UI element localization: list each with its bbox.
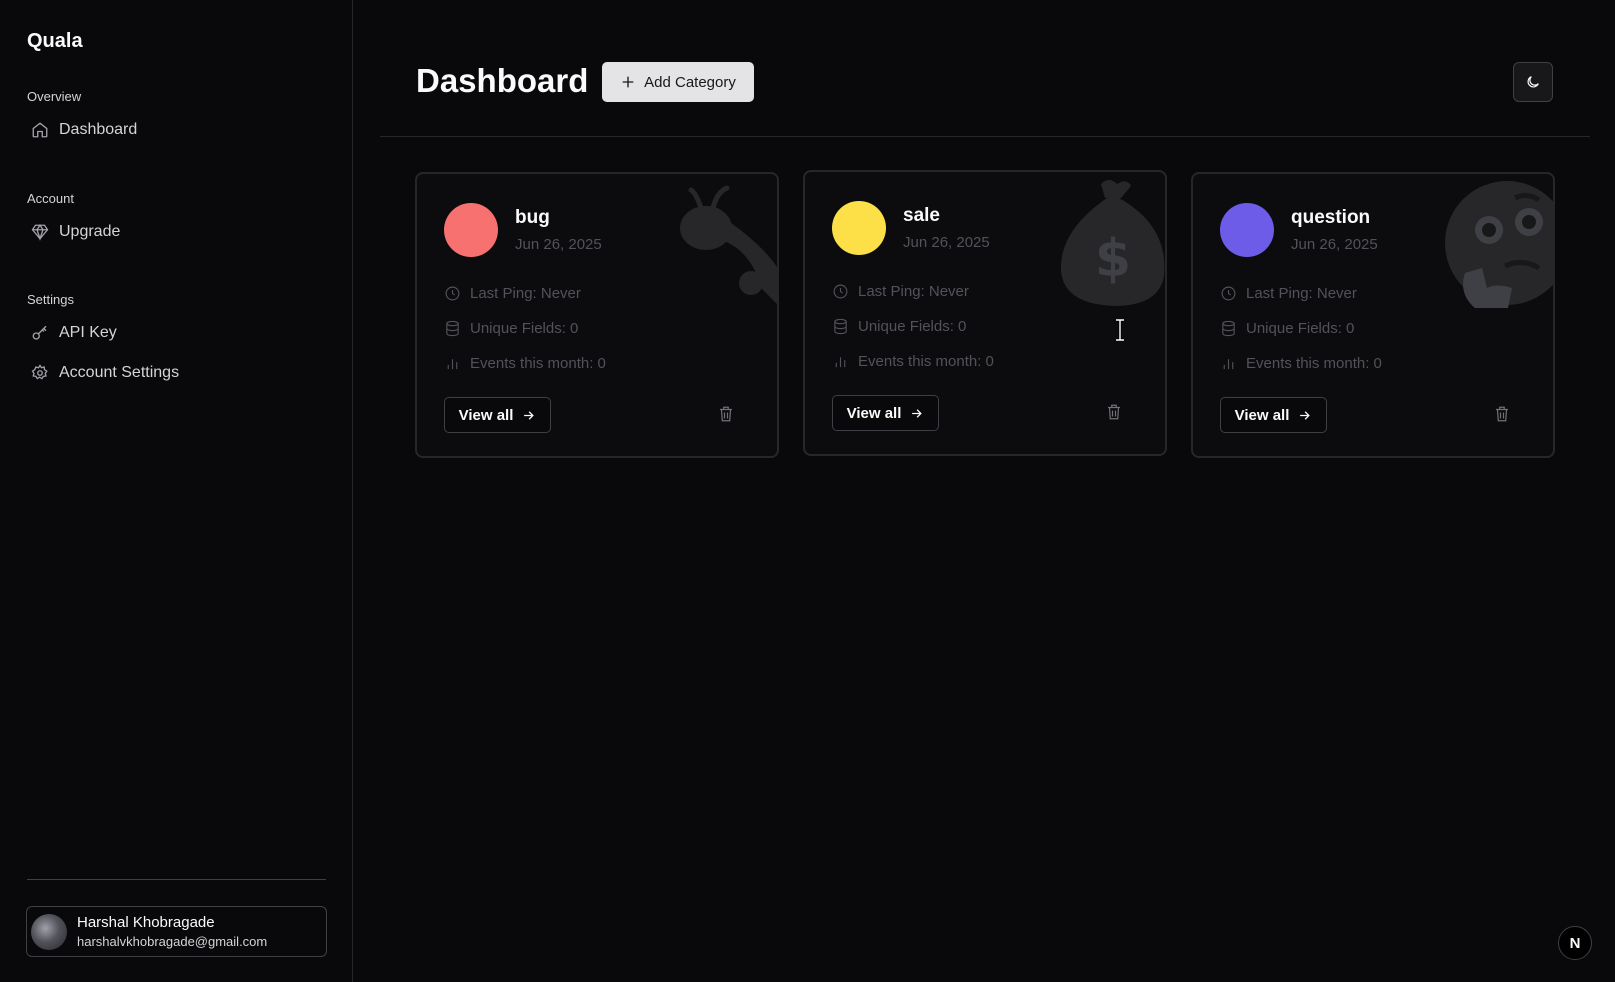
divider — [27, 879, 326, 880]
gear-icon — [31, 364, 48, 380]
last-ping-label: Last Ping: Never — [470, 285, 581, 302]
bug-icon — [680, 185, 777, 304]
arrow-right-icon — [912, 408, 923, 418]
events-label: Events this month: 0 — [470, 355, 606, 372]
clock-icon — [445, 286, 460, 301]
svg-text:$: $ — [1095, 229, 1131, 289]
unique-fields-label: Unique Fields: 0 — [858, 318, 967, 335]
unique-fields-stat: Unique Fields: 0 — [832, 318, 966, 335]
view-all-button[interactable]: View all — [1220, 397, 1327, 433]
sidebar-item-label: API Key — [59, 324, 117, 341]
sidebar-item-upgrade[interactable]: Upgrade — [27, 218, 120, 246]
database-icon — [1222, 320, 1235, 337]
sidebar: Quala Overview Dashboard Account Upgrade… — [0, 0, 353, 982]
category-color-dot — [832, 201, 886, 255]
sidebar-item-dashboard[interactable]: Dashboard — [27, 116, 137, 144]
sidebar-item-api-key[interactable]: API Key — [27, 319, 179, 347]
home-icon — [32, 122, 48, 138]
arrow-right-icon — [1300, 410, 1311, 420]
last-ping-stat: Last Ping: Never — [1220, 285, 1357, 302]
clock-icon — [1221, 286, 1236, 301]
header-divider — [380, 136, 1590, 137]
unique-fields-label: Unique Fields: 0 — [470, 320, 579, 337]
trash-icon — [1496, 406, 1508, 422]
nav-heading: Overview — [27, 89, 82, 104]
delete-button[interactable] — [717, 404, 735, 424]
key-icon — [32, 325, 47, 340]
clock-icon — [833, 284, 848, 299]
nav-heading: Account — [27, 191, 74, 206]
bar-chart-icon — [447, 359, 458, 370]
last-ping-stat: Last Ping: Never — [444, 285, 581, 302]
view-all-label: View all — [1234, 406, 1290, 424]
add-category-button[interactable]: Add Category — [602, 62, 754, 102]
last-ping-stat: Last Ping: Never — [832, 283, 969, 300]
unique-fields-stat: Unique Fields: 0 — [444, 320, 578, 337]
category-name: question — [1291, 207, 1371, 228]
last-ping-label: Last Ping: Never — [858, 283, 969, 300]
gem-icon — [31, 224, 49, 241]
delete-button[interactable] — [1105, 402, 1123, 422]
nextjs-dev-badge[interactable]: N — [1558, 926, 1592, 960]
view-all-label: View all — [846, 404, 902, 422]
events-label: Events this month: 0 — [858, 353, 994, 370]
delete-button[interactable] — [1493, 404, 1511, 424]
view-all-button[interactable]: View all — [832, 395, 939, 431]
add-category-label: Add Category — [644, 73, 736, 91]
user-profile-card[interactable]: Harshal Khobragade harshalvkhobragade@gm… — [26, 906, 327, 957]
sidebar-item-label: Account Settings — [59, 364, 180, 381]
nav-section-settings: Settings API Key Account Settings — [27, 292, 179, 399]
view-all-label: View all — [458, 406, 514, 424]
trash-icon — [720, 406, 732, 422]
unique-fields-label: Unique Fields: 0 — [1246, 320, 1355, 337]
brand-logo[interactable]: Quala — [27, 30, 83, 53]
events-stat: Events this month: 0 — [832, 353, 994, 370]
page-title: Dashboard — [416, 62, 589, 99]
database-icon — [834, 318, 847, 335]
theme-toggle-button[interactable] — [1513, 62, 1553, 102]
avatar — [31, 913, 67, 950]
nav-section-overview: Overview Dashboard — [27, 89, 137, 156]
category-color-dot — [1220, 203, 1274, 257]
plus-icon — [622, 76, 634, 88]
sidebar-item-label: Dashboard — [59, 121, 138, 138]
category-name: sale — [903, 205, 940, 226]
bar-chart-icon — [1223, 359, 1234, 370]
user-email: harshalvkhobragade@gmail.com — [77, 934, 268, 949]
arrow-right-icon — [524, 410, 535, 420]
category-date: Jun 26, 2025 — [515, 236, 602, 253]
view-all-button[interactable]: View all — [444, 397, 551, 433]
database-icon — [446, 320, 459, 337]
money-bag-icon: $ — [1060, 180, 1165, 306]
category-card-sale: $ sale Jun 26, 2025 Last Ping: Never Uni… — [803, 170, 1167, 456]
sidebar-item-account-settings[interactable]: Account Settings — [27, 359, 179, 387]
events-label: Events this month: 0 — [1246, 355, 1382, 372]
category-name: bug — [515, 207, 550, 228]
sidebar-item-label: Upgrade — [59, 223, 121, 240]
text-cursor-icon — [1116, 319, 1124, 341]
nav-heading: Settings — [27, 292, 74, 307]
unique-fields-stat: Unique Fields: 0 — [1220, 320, 1354, 337]
events-stat: Events this month: 0 — [1220, 355, 1382, 372]
category-date: Jun 26, 2025 — [903, 234, 990, 251]
category-card-bug: bug Jun 26, 2025 Last Ping: Never Unique… — [415, 172, 779, 458]
events-stat: Events this month: 0 — [444, 355, 606, 372]
user-name: Harshal Khobragade — [77, 914, 215, 931]
category-date: Jun 26, 2025 — [1291, 236, 1378, 253]
user-info: Harshal Khobragade harshalvkhobragade@gm… — [77, 914, 267, 949]
category-color-dot — [444, 203, 498, 257]
last-ping-label: Last Ping: Never — [1246, 285, 1357, 302]
nav-section-account: Account Upgrade — [27, 191, 120, 258]
thinking-face-icon — [1445, 181, 1553, 308]
category-card-question: question Jun 26, 2025 Last Ping: Never U… — [1191, 172, 1555, 458]
moon-icon — [1527, 76, 1539, 88]
bar-chart-icon — [835, 357, 846, 368]
trash-icon — [1108, 404, 1120, 420]
